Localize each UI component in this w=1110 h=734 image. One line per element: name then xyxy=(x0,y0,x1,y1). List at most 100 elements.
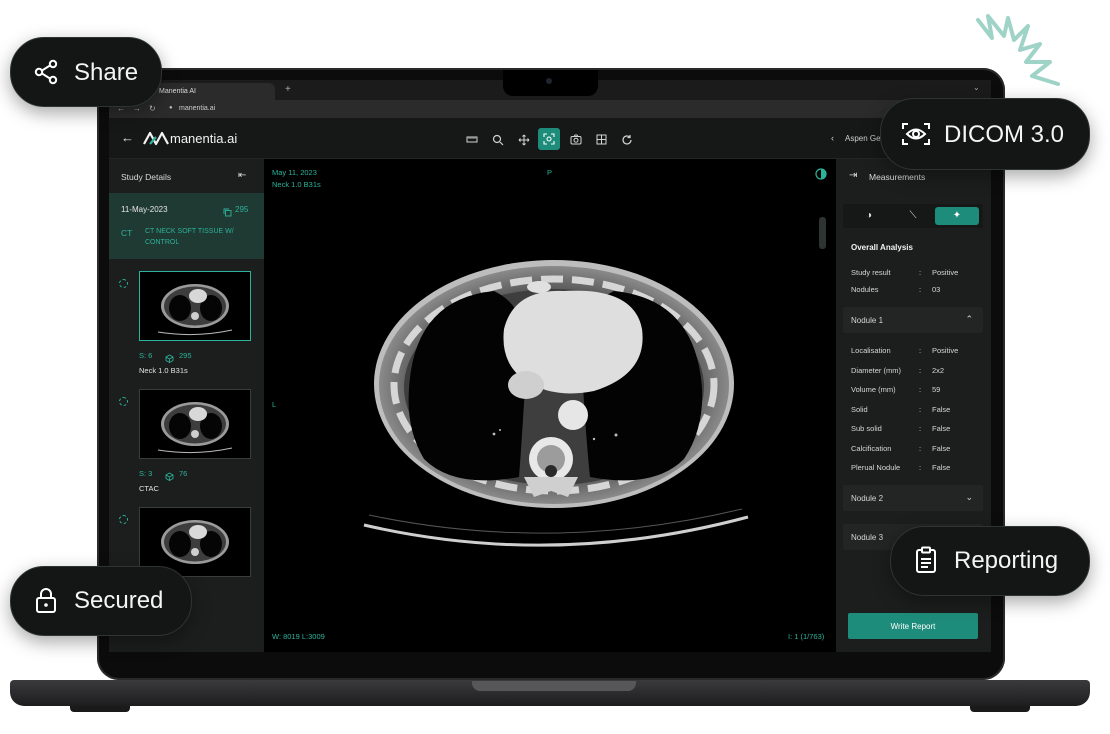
nodule-2-header[interactable]: Nodule 2 ⌄ xyxy=(843,485,983,511)
window-level-readout: W: 8019 L:3009 xyxy=(272,632,325,641)
reset-icon[interactable] xyxy=(620,134,634,146)
eye-scan-icon xyxy=(902,123,930,145)
chevron-left-icon[interactable]: ‹ xyxy=(831,133,834,143)
kv-separator: : xyxy=(919,366,922,375)
study-image-count: 295 xyxy=(235,205,249,214)
url-text[interactable]: manentia.ai xyxy=(179,105,215,112)
kv-separator: : xyxy=(919,268,922,277)
series-image-count: 295 xyxy=(179,351,192,360)
nodule-detail-value: 2x2 xyxy=(932,366,945,375)
browser-tab[interactable]: Manentia AI xyxy=(141,83,275,100)
nodule-title: Nodule 1 xyxy=(851,316,884,325)
kv-separator: : xyxy=(919,463,922,472)
nodule-detail-value: False xyxy=(932,424,951,433)
kv-separator: : xyxy=(919,444,922,453)
series-thumbnail[interactable] xyxy=(139,271,251,341)
nodule-title: Nodule 3 xyxy=(851,533,884,542)
kv-separator: : xyxy=(919,405,922,414)
series-name: Neck 1.0 B31s xyxy=(139,366,188,375)
new-tab-button[interactable]: + xyxy=(285,84,291,95)
nodule-detail-label: Sub solid xyxy=(851,424,882,433)
lock-icon xyxy=(36,588,56,613)
series-select-radio[interactable] xyxy=(119,515,128,524)
webcam xyxy=(546,78,552,84)
nodule-detail-label: Diameter (mm) xyxy=(851,366,901,375)
series-number: S: 3 xyxy=(139,469,153,478)
series-select-radio[interactable] xyxy=(119,279,128,288)
nodule-detail-label: Localisation xyxy=(851,346,891,355)
overall-label: Nodules xyxy=(851,285,879,294)
image-index-readout: I: 1 (1/763) xyxy=(788,632,825,641)
nodule-detail-label: Calcification xyxy=(851,444,892,453)
address-bar: ← → ↻ ● manentia.ai xyxy=(109,100,991,118)
expand-panel-icon[interactable]: ⇥ xyxy=(849,170,857,181)
copy-icon xyxy=(223,204,232,222)
contrast-toggle-icon[interactable] xyxy=(815,167,827,185)
line-measure-icon[interactable]: ⟍ xyxy=(891,207,935,225)
reporting-badge-label: Reporting xyxy=(954,547,1059,574)
series-thumbnail[interactable] xyxy=(139,389,251,459)
reporting-badge[interactable]: Reporting xyxy=(890,526,1090,596)
chevron-down-icon: ⌄ xyxy=(965,492,973,502)
chevron-down-icon[interactable]: ⌄ xyxy=(973,83,980,92)
manentia-logo-icon xyxy=(143,131,169,146)
secured-badge-label: Secured xyxy=(74,587,164,614)
chevron-up-icon: ⌃ xyxy=(965,314,973,324)
laptop-groove xyxy=(472,681,636,691)
share-badge[interactable]: Share xyxy=(10,37,162,107)
overall-analysis-title: Overall Analysis xyxy=(851,243,913,252)
write-report-button[interactable]: Write Report xyxy=(848,613,978,639)
secured-badge: Secured xyxy=(10,566,192,636)
dicom-badge-label: DICOM 3.0 xyxy=(944,121,1065,148)
ct-thumbnail-image xyxy=(157,284,233,336)
kv-separator: : xyxy=(919,346,922,355)
ruler-icon[interactable] xyxy=(465,134,479,146)
dicom-badge: DICOM 3.0 xyxy=(880,98,1090,170)
series-image-count: 76 xyxy=(179,469,188,478)
laptop-foot xyxy=(970,706,1030,712)
ai-sparkle-icon[interactable]: ✦ xyxy=(935,207,979,225)
reload-icon[interactable]: ↻ xyxy=(149,104,156,113)
overall-label: Study result xyxy=(851,268,891,277)
orientation-top-marker: P xyxy=(547,168,553,177)
kv-separator: : xyxy=(919,424,922,433)
nodule-title: Nodule 2 xyxy=(851,494,884,503)
laptop-foot xyxy=(70,706,130,712)
nodule-detail-label: Solid xyxy=(851,405,868,414)
nodule-detail-value: 59 xyxy=(932,385,941,394)
collapse-panel-icon[interactable]: ⇤ xyxy=(238,170,246,181)
nodule-detail-value: False xyxy=(932,405,951,414)
ct-scan-image xyxy=(363,217,826,547)
patient-name[interactable]: Aspen Ge xyxy=(845,134,881,143)
zoom-icon[interactable] xyxy=(491,134,505,146)
share-icon xyxy=(34,59,58,85)
measurements-title: Measurements xyxy=(869,172,926,182)
nodule-1-header[interactable]: Nodule 1 ⌃ xyxy=(843,307,983,333)
cube-icon xyxy=(165,468,174,486)
pan-icon[interactable] xyxy=(517,134,531,146)
series-name: CTAC xyxy=(139,484,159,493)
kv-separator: : xyxy=(919,385,922,394)
nodule-detail-value: False xyxy=(932,444,951,453)
orientation-left-marker: L xyxy=(272,400,277,409)
image-viewer[interactable] xyxy=(264,159,836,652)
nodule-detail-label: Plerual Nodule xyxy=(851,463,901,472)
laptop-screen: Manentia AI + ⌄ ← → ↻ ● manentia.ai ← ma… xyxy=(109,80,991,652)
camera-icon[interactable] xyxy=(569,134,583,146)
browser-tab-title: Manentia AI xyxy=(159,88,196,95)
study-modality: CT xyxy=(121,228,133,238)
kv-separator: : xyxy=(919,285,922,294)
clipboard-icon xyxy=(916,546,936,573)
nodule-detail-value: False xyxy=(932,463,951,472)
grid-icon[interactable] xyxy=(594,134,608,146)
ai-scan-icon[interactable] xyxy=(538,128,560,150)
nodule-detail-value: Positive xyxy=(932,346,959,355)
nodule-detail-label: Volume (mm) xyxy=(851,385,896,394)
lock-small-icon: ● xyxy=(169,105,173,111)
contrast-mode-icon[interactable]: ◑ xyxy=(847,207,891,225)
overall-value: Positive xyxy=(932,268,959,277)
viewer-study-date: May 11, 2023 xyxy=(272,168,317,177)
back-arrow-icon[interactable]: ← xyxy=(121,130,134,145)
ct-thumbnail-image xyxy=(157,402,233,454)
series-select-radio[interactable] xyxy=(119,397,128,406)
